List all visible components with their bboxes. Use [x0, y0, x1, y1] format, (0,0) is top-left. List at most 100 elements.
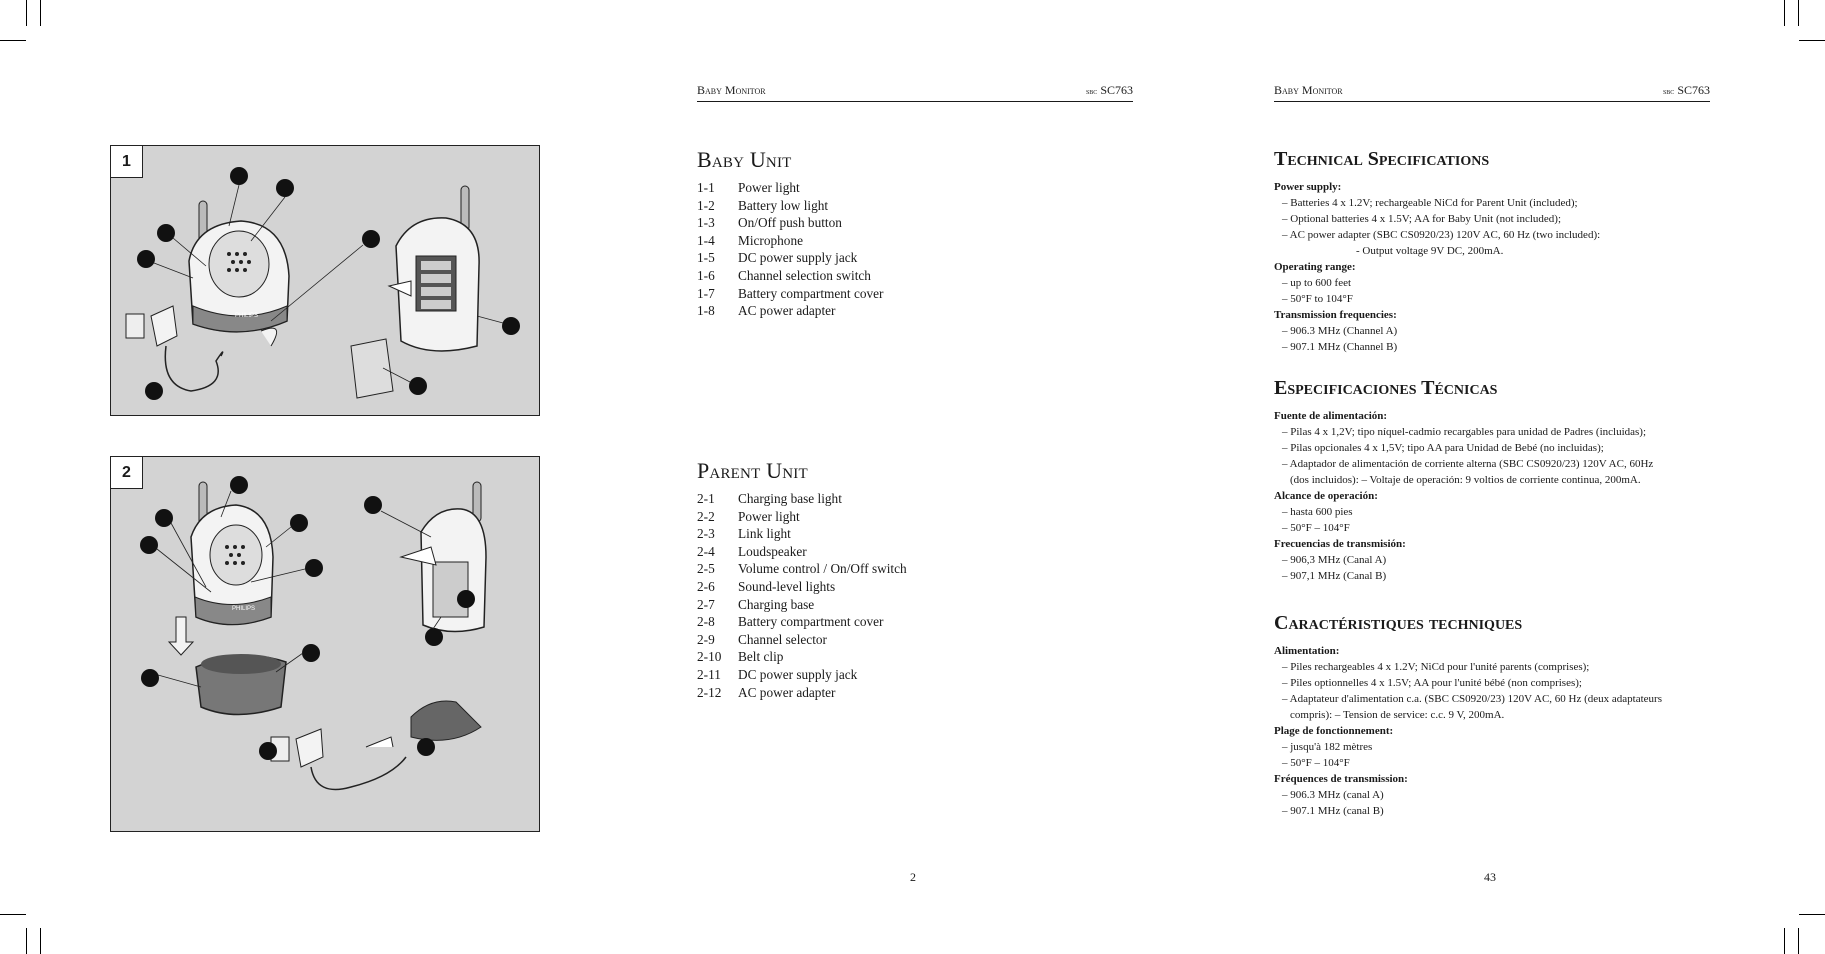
- part-number: 2-8: [697, 614, 715, 630]
- part-number: 1-2: [697, 197, 715, 213]
- part-label: Channel selection switch: [738, 267, 871, 283]
- part-label: Microphone: [738, 232, 803, 248]
- part-label: DC power supply jack: [738, 666, 858, 682]
- header-model-number: SC763: [1100, 83, 1133, 97]
- tech-specs-title-es: Especificaciones Técnicas: [1274, 377, 1498, 399]
- spec-line: compris): – Tension de service: c.c. 9 V…: [1290, 709, 1505, 721]
- part-list-item: 1-1 Power light: [697, 179, 883, 197]
- spec-line: – up to 600 feet: [1282, 277, 1352, 289]
- part-list-item: 2-11 DC power supply jack: [697, 666, 907, 684]
- tech-specs-fr: Alimentation: – Piles rechargeables 4 x 1…: [1274, 643, 1714, 819]
- part-label: Charging base light: [738, 491, 842, 506]
- spec-line: – AC power adapter (SBC CS0920/23) 120V …: [1282, 229, 1601, 241]
- crop-mark-bl-v1: [26, 928, 27, 954]
- part-list-item: 2-8 Battery compartment cover: [697, 613, 907, 631]
- spec-line: (dos incluidos): – Voltaje de operación:…: [1290, 474, 1641, 486]
- part-list-item: 2-10 Belt clip: [697, 648, 907, 666]
- part-label: Link light: [738, 526, 791, 542]
- spec-heading: Alimentation:: [1274, 645, 1340, 657]
- spec-heading: Frecuencias de transmisión:: [1274, 538, 1406, 550]
- spec-line: – Adaptateur d'alimentation c.a. (SBC CS…: [1282, 693, 1662, 705]
- parent-unit-title: Parent Unit: [697, 458, 808, 483]
- crop-mark-br-v2: [1784, 928, 1785, 954]
- crop-mark-tl-v1: [26, 0, 27, 26]
- part-number: 2-5: [697, 561, 715, 577]
- figure-2-parent-unit: PHILIPS 2: [110, 456, 540, 832]
- crop-mark-tr-v1: [1798, 0, 1799, 26]
- part-label: DC power supply jack: [738, 250, 858, 266]
- figure-2-illustration: PHILIPS: [140, 476, 487, 791]
- part-list-item: 2-5 Volume control / On/Off switch: [697, 560, 907, 578]
- crop-mark-bl-v2: [40, 928, 41, 954]
- spec-heading: Plage de fonctionnement:: [1274, 725, 1394, 737]
- baby-unit-title: Baby Unit: [697, 147, 792, 172]
- spec-line: – hasta 600 pies: [1282, 506, 1353, 518]
- part-number: 1-7: [697, 285, 715, 301]
- part-label: AC power adapter: [738, 684, 836, 700]
- spec-line: – 50°F to 104°F: [1282, 293, 1353, 305]
- header-model-number: SC763: [1677, 83, 1710, 97]
- crop-mark-bl-h: [0, 914, 26, 915]
- spec-line: – 50°F – 104°F: [1282, 757, 1350, 769]
- crop-mark-br-v1: [1798, 928, 1799, 954]
- spec-line: – 907.1 MHz (Channel B): [1282, 341, 1398, 353]
- tech-specs-es: Fuente de alimentación: – Pilas 4 x 1,2V;…: [1274, 408, 1714, 584]
- part-label: AC power adapter: [738, 303, 836, 319]
- crop-mark-br-h: [1799, 914, 1825, 915]
- part-number: 1-1: [697, 180, 715, 195]
- spec-heading: Fréquences de transmission:: [1274, 773, 1408, 785]
- crop-mark-tr-h: [1799, 40, 1825, 41]
- crop-mark-tr-v2: [1784, 0, 1785, 26]
- crop-mark-tl-h: [0, 40, 26, 41]
- part-list-item: 2-6 Sound-level lights: [697, 578, 907, 596]
- spec-line: – Piles optionnelles 4 x 1.5V; AA pour l…: [1282, 677, 1582, 689]
- spec-line: - Output voltage 9V DC, 200mA.: [1356, 245, 1504, 257]
- part-label: Battery low light: [738, 197, 829, 213]
- part-list-item: 2-3 Link light: [697, 525, 907, 543]
- part-list-item: 2-1 Charging base light: [697, 490, 907, 508]
- spec-heading: Fuente de alimentación:: [1274, 410, 1388, 422]
- part-label: Battery compartment cover: [738, 614, 884, 630]
- part-list-item: 1-7 Battery compartment cover: [697, 285, 883, 303]
- brand-label-parent: PHILIPS: [232, 606, 255, 612]
- part-label: Charging base: [738, 596, 815, 612]
- right-running-header: Baby Monitor sbc SC763: [1274, 82, 1710, 102]
- spec-line: – 906.3 MHz (canal A): [1282, 789, 1384, 801]
- part-number: 1-3: [697, 215, 715, 231]
- part-label: Channel selector: [738, 631, 827, 647]
- spec-line: – 907.1 MHz (canal B): [1282, 805, 1384, 817]
- part-label: Power light: [738, 508, 800, 524]
- part-label: Belt clip: [738, 649, 784, 665]
- left-running-header: Baby Monitor sbc SC763: [697, 82, 1133, 102]
- header-model-prefix: sbc: [1085, 86, 1098, 96]
- part-label: Sound-level lights: [738, 578, 836, 594]
- header-model-prefix: sbc: [1662, 86, 1675, 96]
- part-list-item: 2-4 Loudspeaker: [697, 543, 907, 561]
- tech-specs-en: Power supply: – Batteries 4 x 1.2V; recha…: [1274, 179, 1714, 355]
- part-list-item: 2-12 AC power adapter: [697, 684, 907, 702]
- header-title: Baby Monitor: [697, 83, 766, 97]
- part-label: Volume control / On/Off switch: [738, 561, 907, 577]
- header-model: sbc SC763: [1663, 83, 1710, 98]
- spec-line: – Optional batteries 4 x 1.5V; AA for Ba…: [1282, 213, 1562, 225]
- part-number: 1-4: [697, 232, 715, 248]
- part-number: 2-7: [697, 596, 715, 612]
- spec-heading: Alcance de operación:: [1274, 490, 1378, 502]
- part-list-item: 2-9 Channel selector: [697, 631, 907, 649]
- part-number: 2-11: [697, 666, 721, 682]
- part-number: 2-6: [697, 578, 715, 594]
- figure-1-label: 1: [111, 146, 143, 178]
- spec-heading: Power supply:: [1274, 181, 1342, 193]
- parent-unit-parts-list: 2-1 Charging base light 2-2 Power light 2-3 L…: [697, 490, 907, 701]
- spec-line: – Batteries 4 x 1.2V; rechargeable NiCd …: [1282, 197, 1578, 209]
- brand-label: PHILIPS: [235, 313, 258, 319]
- part-label: Loudspeaker: [738, 543, 807, 559]
- figure-1-illustration: PHILIPS: [125, 167, 520, 400]
- part-list-item: 2-2 Power light: [697, 508, 907, 526]
- crop-mark-tl-v2: [40, 0, 41, 26]
- spec-line: – 906.3 MHz (Channel A): [1282, 325, 1398, 337]
- part-number: 1-5: [697, 250, 715, 266]
- spec-heading: Transmission frequencies:: [1274, 309, 1397, 321]
- part-list-item: 1-6 Channel selection switch: [697, 267, 883, 285]
- baby-unit-parts-list: 1-1 Power light 1-2 Battery low light 1-3 On/…: [697, 179, 883, 320]
